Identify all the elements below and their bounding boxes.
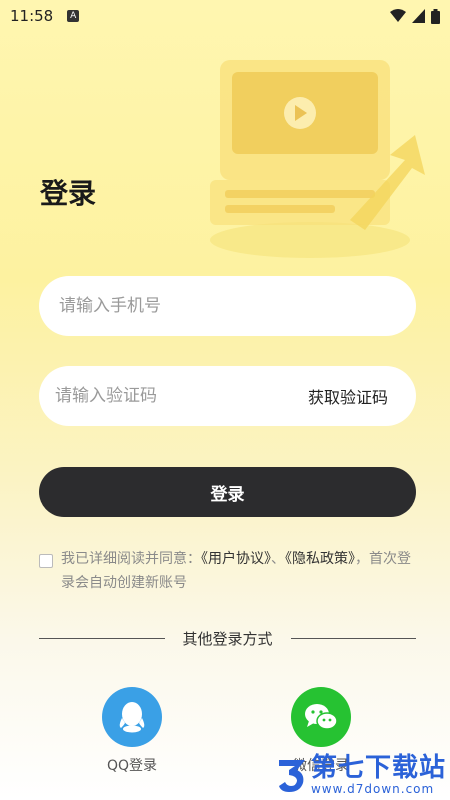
status-right [390, 8, 440, 24]
status-bar: 11:58 A [0, 0, 450, 32]
get-code-button[interactable]: 获取验证码 [308, 384, 388, 408]
watermark: 第七下载站 www.d7down.com [277, 754, 446, 796]
user-agreement-link[interactable]: 《用户协议》 [201, 551, 271, 567]
agreement-prefix: 我已详细阅读并同意： [61, 551, 201, 567]
watermark-title: 第七下载站 [310, 753, 446, 783]
qq-login-label: QQ登录 [106, 758, 158, 774]
other-login-label: 其他登录方式 [182, 630, 273, 648]
watermark-text: 第七下载站 www.d7down.com [311, 754, 446, 796]
hero-illustration [210, 60, 425, 258]
status-left: 11:58 A [10, 7, 80, 25]
notification-icon: A [67, 10, 80, 22]
phone-field[interactable] [39, 276, 416, 336]
divider-line-right [290, 638, 417, 639]
agreement: 我已详细阅读并同意：《用户协议》、《隐私政策》，首次登录会自动创建新账号 [39, 547, 419, 595]
code-input[interactable] [53, 385, 308, 407]
wechat-login-button[interactable] [291, 687, 351, 747]
login-button[interactable]: 登录 [39, 467, 416, 517]
qq-icon [119, 702, 145, 733]
agree-checkbox[interactable] [39, 554, 53, 568]
signal-icon [412, 9, 425, 23]
status-time: 11:58 [10, 7, 54, 25]
agreement-text: 我已详细阅读并同意：《用户协议》、《隐私政策》，首次登录会自动创建新账号 [39, 547, 419, 595]
other-login-divider: 其他登录方式 [39, 628, 417, 649]
watermark-logo-icon [278, 760, 305, 792]
wifi-icon [390, 9, 406, 22]
agreement-separator: 、 [271, 551, 285, 567]
qq-login-button[interactable] [102, 687, 162, 747]
battery-icon [431, 8, 440, 24]
privacy-policy-link[interactable]: 《隐私政策》 [285, 551, 355, 567]
watermark-url: www.d7down.com [310, 782, 435, 796]
phone-input[interactable] [57, 295, 398, 317]
page-title: 登录 [40, 177, 97, 210]
divider-line-left [39, 638, 165, 639]
wechat-icon [305, 704, 338, 730]
qq-login[interactable]: QQ登录 [82, 687, 182, 775]
code-field[interactable]: 获取验证码 [39, 366, 416, 426]
